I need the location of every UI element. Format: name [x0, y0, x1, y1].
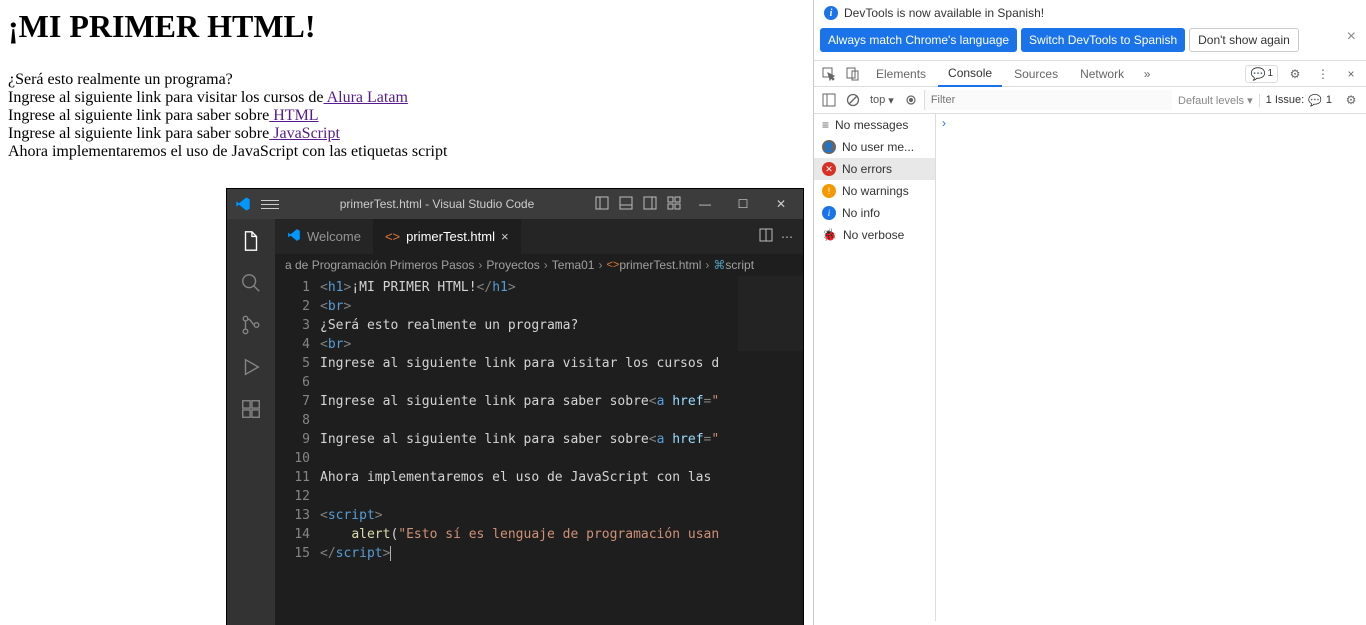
clear-console-icon[interactable] — [842, 89, 864, 111]
kebab-menu-icon[interactable]: ⋮ — [1312, 63, 1334, 85]
devtools-panel: i DevTools is now available in Spanish! … — [813, 0, 1366, 625]
devtools-tabstrip: Elements Console Sources Network » 💬1 ⚙ … — [814, 60, 1366, 87]
page-text-2: Ingrese al siguiente link para visitar l… — [8, 89, 805, 107]
more-actions-icon[interactable]: ⋯ — [781, 230, 793, 244]
console-toolbar: top▾ Default levels ▾ 1 Issue:💬1 ⚙ — [814, 87, 1366, 114]
editor-tabs: Welcome <>primerTest.html× ⋯ — [275, 219, 803, 254]
sidebar-item-warnings[interactable]: !No warnings — [814, 180, 935, 202]
close-button[interactable]: ✕ — [767, 197, 795, 211]
maximize-button[interactable]: ☐ — [729, 197, 757, 211]
devtools-language-banner: i DevTools is now available in Spanish! — [814, 0, 1366, 26]
link-js[interactable]: JavaScript — [269, 125, 340, 142]
sidebar-item-verbose[interactable]: 🐞No verbose — [814, 224, 935, 246]
tab-sources[interactable]: Sources — [1004, 62, 1068, 86]
log-levels-dropdown[interactable]: Default levels ▾ — [1174, 94, 1257, 107]
language-button-row: Always match Chrome's language Switch De… — [814, 26, 1366, 60]
tab-elements[interactable]: Elements — [866, 62, 936, 86]
minimize-button[interactable]: — — [691, 197, 719, 211]
page-text-1: ¿Será esto realmente un programa? — [8, 71, 805, 89]
live-expression-icon[interactable] — [900, 89, 922, 111]
layout-grid-icon[interactable] — [667, 196, 681, 213]
vscode-logo-icon — [235, 196, 251, 212]
close-icon[interactable]: × — [1347, 28, 1356, 46]
vscode-window: primerTest.html - Visual Studio Code — ☐… — [227, 189, 803, 625]
sidebar-item-messages[interactable]: ≡No messages — [814, 114, 935, 136]
page-title: ¡MI PRIMER HTML! — [8, 8, 805, 45]
console-settings-icon[interactable]: ⚙ — [1340, 89, 1362, 111]
activity-bar — [227, 219, 275, 625]
tab-welcome[interactable]: Welcome — [275, 219, 373, 254]
line-gutter: 123456789101112131415 — [275, 276, 320, 625]
more-tabs-icon[interactable]: » — [1136, 63, 1158, 85]
code-editor[interactable]: 123456789101112131415 <h1>¡MI PRIMER HTM… — [275, 276, 803, 625]
page-text-5: Ahora implementaremos el uso de JavaScri… — [8, 143, 805, 161]
extensions-icon[interactable] — [239, 397, 263, 421]
window-title: primerTest.html - Visual Studio Code — [289, 197, 585, 211]
sidebar-item-errors[interactable]: ✕No errors — [814, 158, 935, 180]
layout-icon[interactable] — [595, 196, 609, 213]
banner-text: DevTools is now available in Spanish! — [844, 6, 1044, 20]
hamburger-menu-icon[interactable] — [261, 200, 279, 209]
inspect-icon[interactable] — [818, 63, 840, 85]
breadcrumb[interactable]: a de Programación Primeros Pasos› Proyec… — [275, 254, 803, 276]
layout-bottom-icon[interactable] — [619, 196, 633, 213]
info-icon: i — [824, 6, 838, 20]
filter-input[interactable] — [924, 90, 1172, 110]
sidebar-item-user[interactable]: 👤No user me... — [814, 136, 935, 158]
tab-primertest[interactable]: <>primerTest.html× — [373, 219, 521, 254]
tab-network[interactable]: Network — [1070, 62, 1134, 86]
sidebar-item-info[interactable]: iNo info — [814, 202, 935, 224]
explorer-icon[interactable] — [239, 229, 263, 253]
device-toggle-icon[interactable] — [842, 63, 864, 85]
minimap[interactable] — [738, 276, 803, 351]
always-match-button[interactable]: Always match Chrome's language — [820, 28, 1017, 52]
close-tab-icon[interactable]: × — [501, 229, 509, 244]
dont-show-button[interactable]: Don't show again — [1189, 28, 1299, 52]
issues-summary[interactable]: 1 Issue:💬1 — [1259, 94, 1338, 107]
vscode-titlebar[interactable]: primerTest.html - Visual Studio Code — ☐… — [227, 189, 803, 219]
link-html[interactable]: HTML — [269, 107, 318, 124]
code-lines[interactable]: <h1>¡MI PRIMER HTML!</h1> <br> ¿Será est… — [320, 276, 803, 625]
console-output[interactable]: › — [936, 114, 1366, 621]
page-text-4: Ingrese al siguiente link para saber sob… — [8, 125, 805, 143]
close-devtools-icon[interactable]: × — [1340, 63, 1362, 85]
tab-console[interactable]: Console — [938, 61, 1002, 87]
console-sidebar: ≡No messages 👤No user me... ✕No errors !… — [814, 114, 936, 621]
sidebar-toggle-icon[interactable] — [818, 89, 840, 111]
run-debug-icon[interactable] — [239, 355, 263, 379]
link-alura[interactable]: Alura Latam — [323, 89, 407, 106]
source-control-icon[interactable] — [239, 313, 263, 337]
context-dropdown[interactable]: top▾ — [866, 94, 898, 107]
switch-language-button[interactable]: Switch DevTools to Spanish — [1021, 28, 1185, 52]
layout-right-icon[interactable] — [643, 196, 657, 213]
issues-indicator[interactable]: 💬1 — [1245, 65, 1278, 83]
search-icon[interactable] — [239, 271, 263, 295]
settings-icon[interactable]: ⚙ — [1284, 63, 1306, 85]
page-text-3: Ingrese al siguiente link para saber sob… — [8, 107, 805, 125]
split-editor-icon[interactable] — [759, 228, 773, 245]
